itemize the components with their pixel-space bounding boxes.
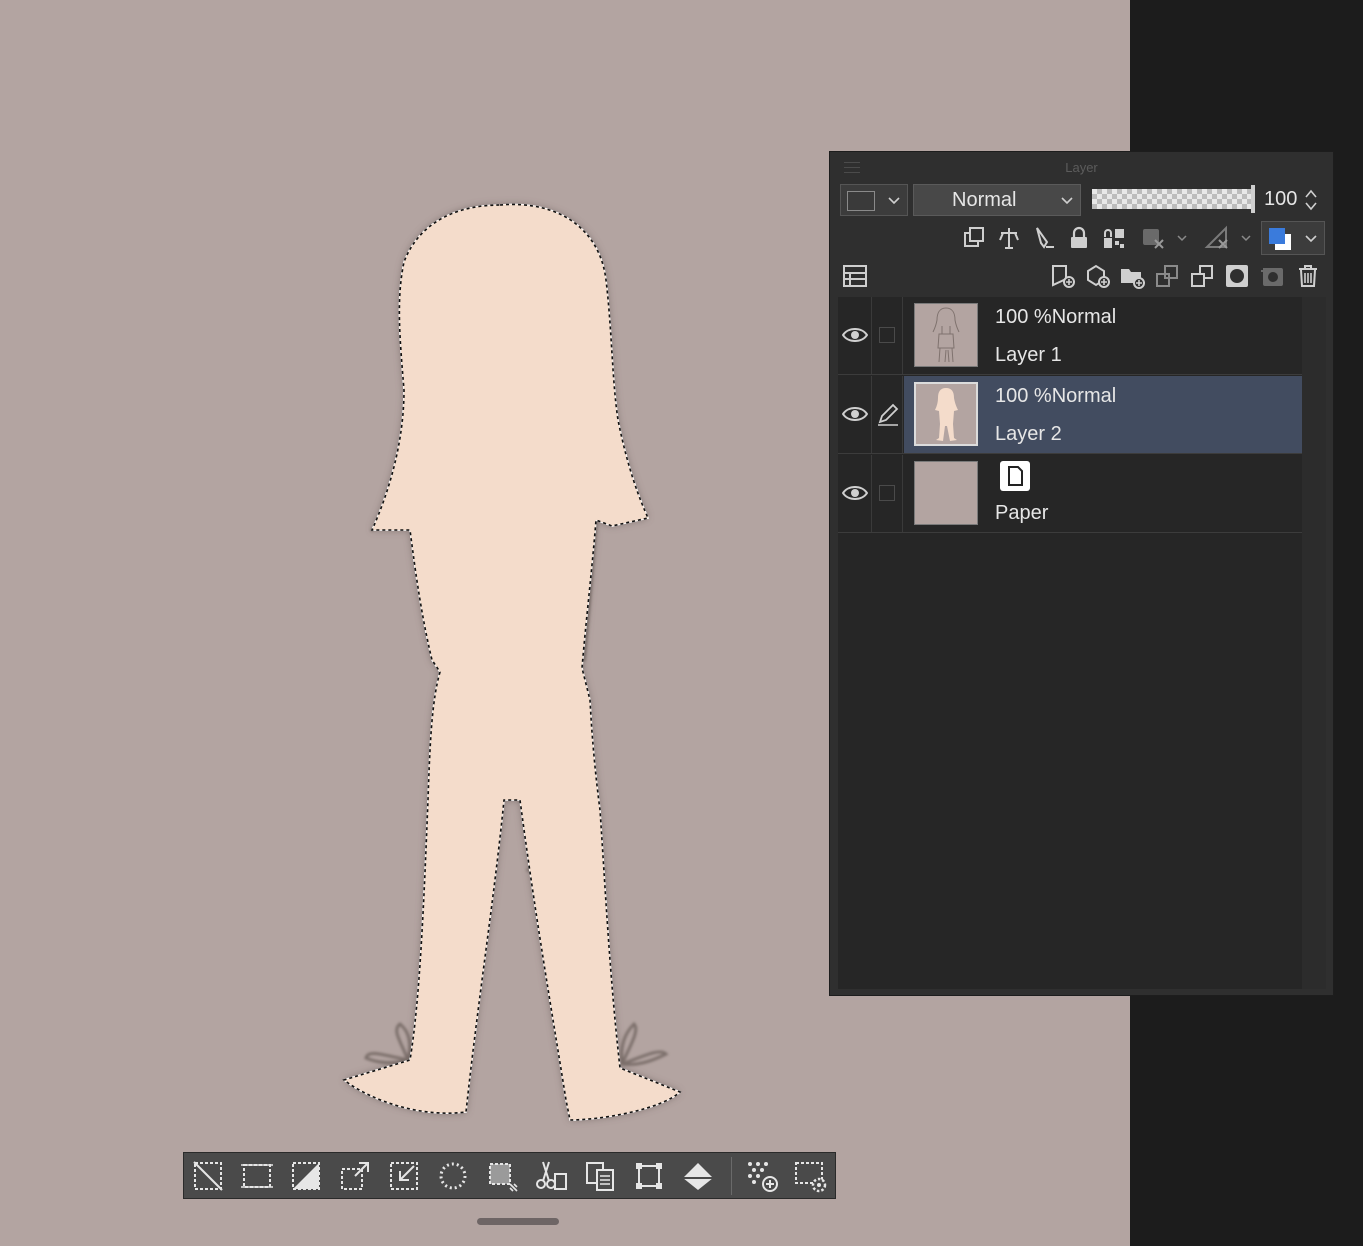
new-vector-layer-icon[interactable] — [1085, 263, 1111, 289]
fill-icon[interactable] — [680, 1158, 716, 1194]
chevron-down-icon — [1061, 197, 1073, 205]
enable-mask-icon[interactable] — [1140, 225, 1166, 251]
edit-target-toggle[interactable] — [872, 297, 903, 374]
layer-thumbnail — [914, 461, 978, 525]
opacity-value[interactable]: 100 — [1264, 188, 1297, 211]
blend-mode-value: Normal — [952, 189, 1017, 211]
toolbar-separator — [731, 1157, 732, 1195]
convert-to-selection-layer-icon[interactable] — [744, 1158, 780, 1194]
sketch-thumbnail-icon — [932, 307, 960, 363]
layer-panel: Layer Normal 100 100 %Normal Layer 1 100… — [829, 151, 1334, 996]
panel-title: Layer — [1065, 160, 1098, 175]
layer-thumbnail — [914, 303, 978, 367]
layer-row-layer-1[interactable]: 100 %Normal Layer 1 — [838, 297, 1302, 375]
layer-color-dropdown[interactable] — [840, 184, 908, 216]
blend-mode-dropdown[interactable]: Normal — [913, 184, 1081, 216]
delete-layer-icon[interactable] — [1295, 263, 1321, 289]
visibility-toggle[interactable] — [838, 455, 872, 532]
deselect-icon[interactable] — [190, 1158, 226, 1194]
chevron-down-icon[interactable] — [1240, 232, 1252, 244]
invert-selection-icon[interactable] — [288, 1158, 324, 1194]
opacity-spinner-icon[interactable] — [1304, 188, 1318, 212]
selection-border-icon[interactable] — [484, 1158, 520, 1194]
draft-layer-icon[interactable] — [1032, 225, 1058, 251]
apply-mask-icon[interactable] — [1259, 263, 1285, 289]
new-raster-layer-icon[interactable] — [1050, 263, 1076, 289]
chevron-down-icon — [888, 197, 900, 205]
eye-icon — [842, 328, 868, 342]
layer-thumbnail — [914, 382, 978, 446]
layer-color-mode-icon — [1269, 228, 1291, 250]
silhouette-thumbnail-icon — [935, 388, 958, 441]
eye-icon — [842, 407, 868, 421]
select-all-icon[interactable] — [239, 1158, 275, 1194]
selection-launcher-toolbar — [183, 1152, 836, 1199]
copy-paste-icon[interactable] — [582, 1158, 618, 1194]
layer-name[interactable]: Layer 2 — [995, 423, 1062, 446]
selection-settings-icon[interactable] — [793, 1158, 829, 1194]
lock-layer-icon[interactable] — [1066, 225, 1092, 251]
shrink-selection-icon[interactable] — [386, 1158, 422, 1194]
opacity-slider[interactable] — [1092, 189, 1252, 209]
layer-row-paper[interactable]: Paper — [838, 455, 1302, 533]
layer-color-swatch — [847, 191, 875, 211]
reference-layer-icon[interactable] — [996, 225, 1022, 251]
layer-body[interactable]: 100 %Normal Layer 2 — [904, 376, 1302, 453]
layer-name[interactable]: Layer 1 — [995, 344, 1062, 367]
visibility-toggle[interactable] — [838, 376, 872, 453]
chevron-down-icon[interactable] — [1176, 232, 1188, 244]
cut-paste-icon[interactable] — [533, 1158, 569, 1194]
layer-opacity: 100 % — [995, 306, 1052, 328]
lock-transparent-pixels-icon[interactable] — [1101, 225, 1127, 251]
layer-color-mode-dropdown[interactable] — [1261, 221, 1325, 255]
layer-property-toggle-icon[interactable] — [842, 263, 868, 289]
layer-body[interactable]: Paper — [904, 455, 1302, 532]
new-layer-folder-icon[interactable] — [1119, 263, 1145, 289]
opacity-slider-handle[interactable] — [1251, 185, 1255, 213]
pen-icon — [878, 403, 899, 426]
layer-row-layer-2[interactable]: 100 %Normal Layer 2 — [838, 376, 1302, 454]
create-layer-mask-icon[interactable] — [1224, 263, 1250, 289]
chevron-down-icon — [1305, 235, 1317, 243]
checkbox-icon — [879, 327, 895, 343]
eye-icon — [842, 486, 868, 500]
combine-with-layer-below-icon[interactable] — [1189, 263, 1215, 289]
edit-target-toggle[interactable] — [872, 376, 903, 453]
visibility-toggle[interactable] — [838, 297, 872, 374]
transform-icon[interactable] — [631, 1158, 667, 1194]
layer-opacity: 100 % — [995, 385, 1052, 407]
paper-layer-icon — [1000, 461, 1030, 491]
layer-blend-mode: Normal — [1051, 306, 1117, 328]
expand-selection-icon[interactable] — [337, 1158, 373, 1194]
smooth-selection-icon[interactable] — [435, 1158, 471, 1194]
transfer-to-lower-layer-icon[interactable] — [1154, 263, 1180, 289]
ruler-range-icon[interactable] — [1204, 225, 1230, 251]
clip-to-layer-below-icon[interactable] — [961, 225, 987, 251]
edit-target-toggle[interactable] — [872, 455, 903, 532]
layer-list: 100 %Normal Layer 1 100 %Normal Layer 2 — [838, 297, 1302, 989]
canvas-scroll-handle[interactable] — [477, 1218, 559, 1225]
layer-body[interactable]: 100 %Normal Layer 1 — [904, 297, 1302, 374]
layer-list-scrollbar[interactable] — [1302, 297, 1326, 989]
layer-blend-mode: Normal — [1051, 385, 1117, 407]
checkbox-icon — [879, 485, 895, 501]
layer-name[interactable]: Paper — [995, 502, 1048, 525]
